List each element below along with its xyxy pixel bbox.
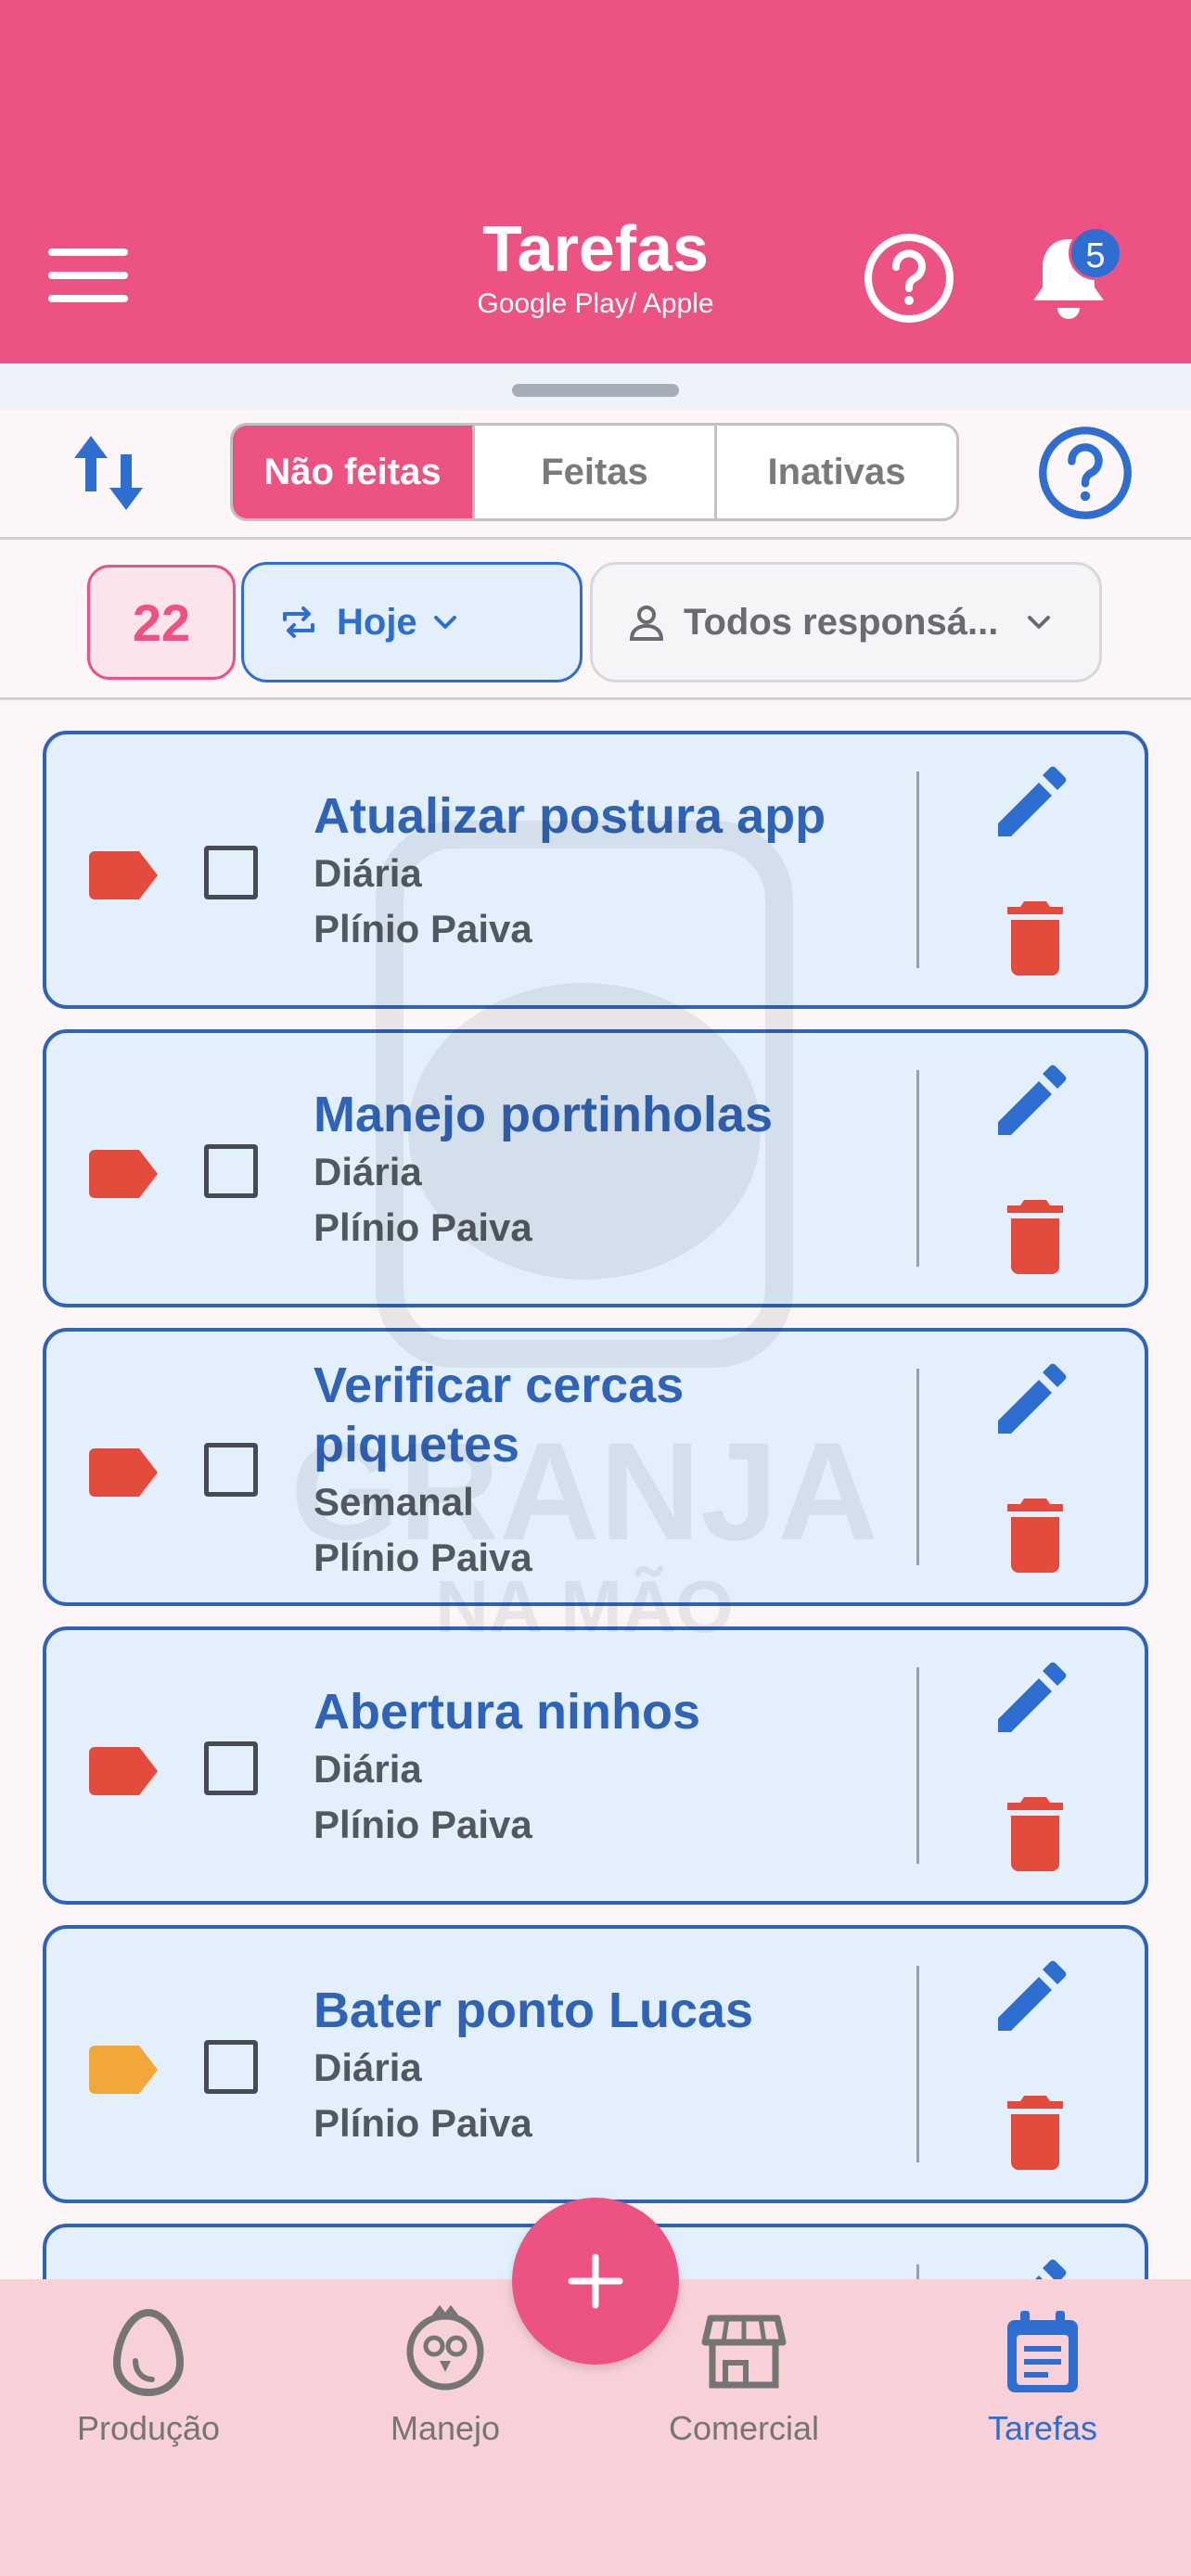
priority-tag-icon xyxy=(89,1150,158,1198)
edit-icon[interactable] xyxy=(992,1061,1070,1139)
task-card[interactable]: Abertura ninhos Diária Plínio Paiva xyxy=(43,1626,1148,1905)
task-frequency: Diária xyxy=(314,851,422,895)
task-title: Verificar cercas piquetes xyxy=(314,1358,685,1473)
nav-label: Produção xyxy=(76,2409,221,2447)
edit-icon[interactable] xyxy=(992,762,1070,840)
divider xyxy=(916,1966,919,2162)
nav-item-producao[interactable]: Produção xyxy=(0,2305,297,2448)
divider xyxy=(916,772,919,968)
chevron-down-icon xyxy=(433,616,456,629)
repeat-icon xyxy=(283,606,314,638)
egg-icon xyxy=(112,2308,185,2397)
task-title: Bater ponto Lucas xyxy=(314,1983,754,2038)
plus-icon xyxy=(568,2253,623,2309)
task-responsible: Plínio Paiva xyxy=(314,1536,532,1579)
task-responsible: Plínio Paiva xyxy=(314,1803,532,1846)
edit-icon[interactable] xyxy=(992,1658,1070,1736)
store-icon xyxy=(701,2315,787,2389)
task-checkbox[interactable] xyxy=(204,846,258,899)
task-card[interactable]: Atualizar postura app Diária Plínio Paiv… xyxy=(43,731,1148,1009)
delete-icon[interactable] xyxy=(1005,1797,1065,1871)
task-checkbox[interactable] xyxy=(204,1443,258,1497)
tab-nao-feitas[interactable]: Não feitas xyxy=(233,426,475,518)
task-list-icon xyxy=(1007,2311,1078,2392)
person-icon xyxy=(629,606,664,641)
task-checkbox[interactable] xyxy=(204,2040,258,2094)
add-task-button[interactable] xyxy=(512,2198,679,2365)
task-card[interactable]: Bater ponto Lucas Diária Plínio Paiva xyxy=(43,1925,1148,2203)
task-frequency: Diária xyxy=(314,1150,422,1193)
priority-tag-icon xyxy=(89,851,158,899)
divider xyxy=(916,1070,919,1267)
task-frequency: Diária xyxy=(314,2046,422,2089)
priority-tag-icon xyxy=(89,1747,158,1795)
page-subtitle: Google Play/ Apple xyxy=(477,288,714,319)
task-list: Atualizar postura app Diária Plínio Paiv… xyxy=(0,703,1191,2279)
header-title-block: Tarefas Google Play/ Apple xyxy=(0,210,1191,321)
nav-item-tarefas[interactable]: Tarefas xyxy=(894,2305,1191,2448)
task-checkbox[interactable] xyxy=(204,1144,258,1198)
task-responsible: Plínio Paiva xyxy=(314,1205,532,1249)
sort-icon[interactable] xyxy=(67,427,150,519)
edit-icon[interactable] xyxy=(992,1957,1070,2034)
delete-icon[interactable] xyxy=(1005,1498,1065,1573)
task-count-badge: 22 xyxy=(87,565,236,680)
task-card[interactable]: Verificar cercas piquetes Semanal Plínio… xyxy=(43,1328,1148,1606)
drag-handle[interactable] xyxy=(512,384,679,397)
responsible-filter-label: Todos responsá... xyxy=(684,601,999,643)
task-responsible: Plínio Paiva xyxy=(314,907,532,950)
task-title: Atualizar postura app xyxy=(314,788,826,844)
divider xyxy=(916,1369,919,1565)
period-filter[interactable]: Hoje xyxy=(241,562,583,682)
divider xyxy=(916,1667,919,1864)
task-frequency: Diária xyxy=(314,1747,422,1791)
edit-icon[interactable] xyxy=(992,2255,1070,2279)
responsible-filter[interactable]: Todos responsá... xyxy=(590,562,1102,682)
nav-label: Manejo xyxy=(390,2409,501,2447)
priority-tag-icon xyxy=(89,1448,158,1497)
tab-feitas[interactable]: Feitas xyxy=(475,426,717,518)
period-filter-label: Hoje xyxy=(337,601,417,643)
nav-label: Tarefas xyxy=(987,2409,1098,2447)
task-title: Manejo portinholas xyxy=(314,1087,774,1142)
divider xyxy=(916,2264,919,2279)
nav-label: Comercial xyxy=(668,2409,820,2447)
task-card[interactable]: Manejo portinholas Diária Plínio Paiva xyxy=(43,1029,1148,1307)
delete-icon[interactable] xyxy=(1005,901,1065,976)
priority-tag-icon xyxy=(89,2046,158,2094)
page-title: Tarefas xyxy=(482,212,709,285)
task-responsible: Plínio Paiva xyxy=(314,2101,532,2145)
delete-icon[interactable] xyxy=(1005,1200,1065,1274)
tab-inativas[interactable]: Inativas xyxy=(717,426,956,518)
chicken-icon xyxy=(406,2305,484,2391)
edit-icon[interactable] xyxy=(992,1359,1070,1437)
chevron-down-icon xyxy=(1028,616,1051,629)
task-checkbox[interactable] xyxy=(204,1741,258,1795)
status-tabs: Não feitas Feitas Inativas xyxy=(230,423,959,521)
task-frequency: Semanal xyxy=(314,1480,474,1524)
help-icon[interactable] xyxy=(1037,425,1133,521)
notification-badge: 5 xyxy=(1069,226,1122,280)
delete-icon[interactable] xyxy=(1005,2096,1065,2170)
help-icon[interactable] xyxy=(863,232,955,325)
task-title: Abertura ninhos xyxy=(314,1684,701,1740)
